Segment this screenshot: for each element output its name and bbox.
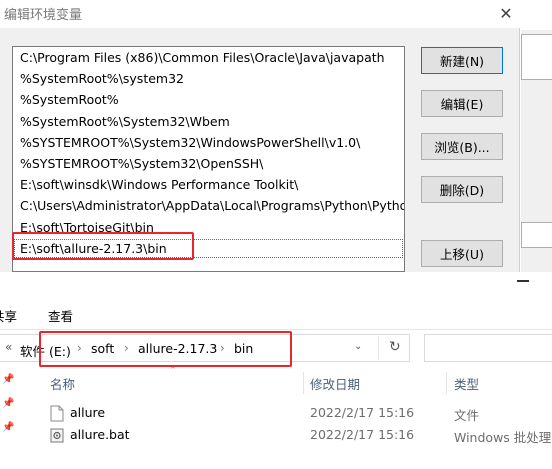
path-row[interactable]: %SYSTEMROOT%\System32\OpenSSH\ [13, 153, 404, 174]
column-header-date[interactable]: 修改日期 [310, 374, 360, 393]
chevron-left-icon[interactable]: « [5, 340, 12, 354]
pin-icon[interactable]: 📌 [2, 374, 14, 385]
ribbon-tab-share[interactable]: 共享 [0, 306, 17, 325]
close-icon[interactable]: ✕ [493, 1, 519, 25]
column-header-type[interactable]: 类型 [454, 374, 479, 393]
path-row[interactable]: E:\soft\winsdk\Windows Performance Toolk… [13, 174, 404, 195]
path-row[interactable]: %SYSTEMROOT%\System32\WindowsPowerShell\… [13, 132, 404, 153]
file-name: allure.bat [70, 427, 130, 442]
ribbon-tab-view[interactable]: 查看 [48, 306, 73, 325]
path-row-selected[interactable]: E:\soft\allure-2.17.3\bin [13, 238, 404, 259]
address-divider [378, 336, 379, 360]
column-divider[interactable] [446, 372, 447, 394]
chevron-right-icon[interactable]: › [77, 341, 82, 355]
pin-icon[interactable]: 📌 [2, 398, 14, 409]
chevron-right-icon[interactable]: › [220, 341, 225, 355]
chevron-down-icon[interactable]: ⌄ [354, 341, 362, 352]
path-row[interactable]: %SystemRoot%\System32\Wbem [13, 111, 404, 132]
path-row[interactable]: %SystemRoot%\system32 [13, 68, 404, 89]
breadcrumb-bin[interactable]: bin [234, 341, 253, 356]
refresh-icon[interactable]: ↻ [389, 339, 401, 355]
navigation-pane: 📌 📌 📌 [0, 368, 40, 469]
search-input[interactable] [424, 334, 552, 362]
path-list[interactable]: C:\Program Files (x86)\Common Files\Orac… [12, 46, 405, 272]
breadcrumb-soft[interactable]: soft [91, 341, 114, 356]
browse-button[interactable]: 浏览(B)... [421, 133, 503, 160]
blank-file-icon [50, 405, 64, 422]
chevron-right-icon[interactable]: › [124, 341, 129, 355]
address-bar[interactable]: « 软件 (E:) › soft › allure-2.17.3 › bin ⌄… [0, 334, 410, 362]
sort-caret-icon: ⌃ [169, 366, 177, 376]
file-type: 文件 [454, 408, 480, 423]
column-header-name[interactable]: 名称 [50, 374, 75, 393]
pin-icon[interactable]: 📌 [2, 422, 14, 433]
batch-file-icon [50, 428, 64, 443]
file-name: allure [70, 405, 106, 420]
dialog-titlebar: 编辑环境变量 ✕ [0, 0, 520, 28]
dialog-title: 编辑环境变量 [4, 8, 83, 23]
file-date: 2022/2/17 15:16 [310, 427, 415, 442]
move-up-button[interactable]: 上移(U) [421, 240, 503, 267]
path-row[interactable]: E:\soft\TortoiseGit\bin [13, 217, 404, 238]
ribbon-divider [0, 329, 552, 330]
file-type: Windows 批处理... [454, 430, 552, 445]
path-row[interactable]: C:\Program Files (x86)\Common Files\Orac… [13, 47, 404, 68]
new-button[interactable]: 新建(N) [421, 47, 503, 74]
background-window-field [521, 34, 552, 80]
path-row[interactable]: C:\Users\Administrator\AppData\Local\Pro… [13, 195, 404, 216]
path-row[interactable]: %SystemRoot% [13, 89, 404, 110]
edit-env-variable-dialog: 编辑环境变量 ✕ C:\Program Files (x86)\Common F… [0, 0, 520, 272]
delete-button[interactable]: 删除(D) [421, 176, 503, 203]
column-divider[interactable] [303, 372, 304, 394]
background-window-field [521, 222, 552, 248]
file-explorer-window: 共享 查看 « 软件 (E:) › soft › allure-2.17.3 ›… [0, 272, 552, 469]
breadcrumb-root[interactable]: 软件 (E:) [20, 341, 71, 360]
file-row[interactable]: allure.bat 2022/2/17 15:16 Windows 批处理..… [44, 425, 552, 446]
file-date: 2022/2/17 15:16 [310, 405, 415, 420]
edit-button[interactable]: 编辑(E) [421, 90, 503, 117]
minimize-icon[interactable] [517, 280, 529, 282]
breadcrumb-allure[interactable]: allure-2.17.3 [138, 341, 217, 356]
file-row[interactable]: allure 2022/2/17 15:16 文件 [44, 403, 552, 424]
